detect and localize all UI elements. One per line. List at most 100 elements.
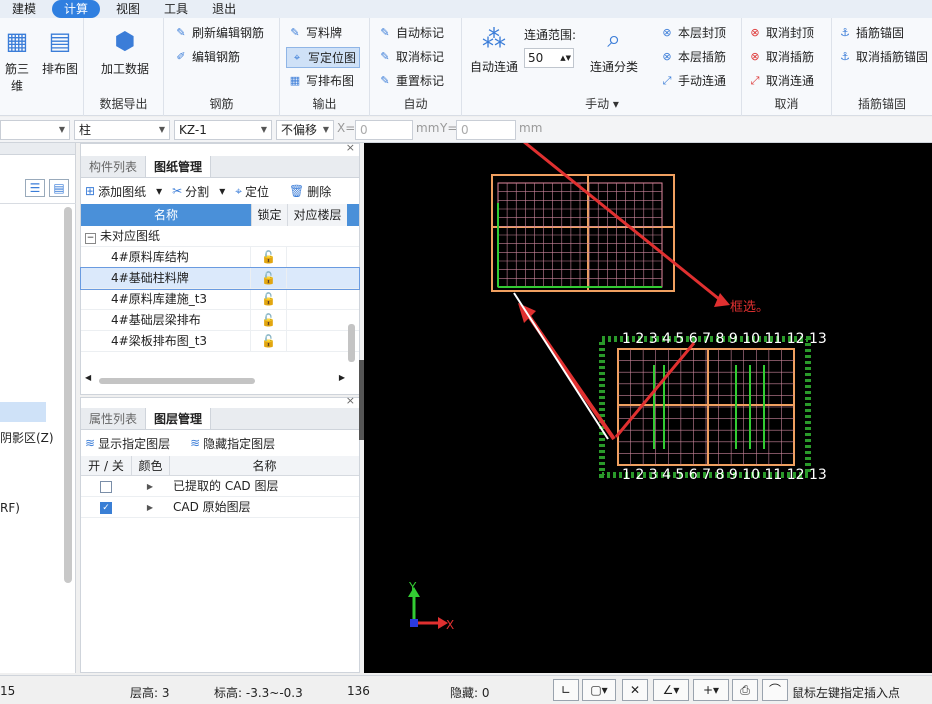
process-data-button[interactable]: ⬢ 加工数据 (94, 26, 156, 77)
rebar-3d-button[interactable]: ▦ 筋三维 (0, 26, 34, 94)
drawing-name: 4#梁板排布图_t3 (81, 331, 251, 351)
left-item-shadow-area[interactable]: 阴影区(Z) (0, 429, 54, 446)
left-item-rf[interactable]: RF) (0, 501, 20, 515)
thumbnail-drawing (491, 174, 675, 292)
lock-icon[interactable]: 🔓 (251, 331, 287, 351)
v-scroll-thumb[interactable] (348, 324, 355, 362)
drawing-row[interactable]: 4#原料库建施_t3 🔓 (81, 289, 359, 310)
h-scroll-thumb[interactable] (99, 378, 255, 384)
connect-classify-button[interactable]: ⌕ 连通分类 (586, 24, 642, 75)
status-hint: 鼠标左键指定插入点 (792, 686, 901, 700)
pane-header (0, 143, 75, 155)
show-layer-button[interactable]: ≋ 显示指定图层 (85, 435, 180, 452)
hide-layer-button[interactable]: ≋ 隐藏指定图层 (190, 435, 285, 452)
lock-icon[interactable]: 🔓 (251, 247, 287, 267)
layer-row[interactable]: ✓ ▶ CAD 原始图层 (81, 497, 359, 518)
menu-gongju[interactable]: 工具 (152, 0, 200, 18)
split-button[interactable]: ✂ 分割 ▾ (172, 183, 225, 200)
drawing-row[interactable]: 4#基础层梁排布 🔓 (81, 310, 359, 331)
range-input[interactable]: 50 ▲▼ (524, 48, 574, 68)
x-input[interactable]: 0 (355, 120, 413, 140)
lock-icon[interactable]: 🔓 (251, 289, 287, 309)
cancel-dowel-button[interactable]: ⊗ 取消插筋 (748, 48, 814, 65)
ortho-icon[interactable]: ∟ (553, 679, 579, 701)
drawing-row[interactable]: 4#基础柱料牌 🔓 (80, 267, 360, 290)
y-input[interactable]: 0 (456, 120, 516, 140)
elevation: 标高: -3.3~-0.3 (214, 686, 303, 700)
tree-group[interactable]: − 未对应图纸 (81, 226, 359, 247)
floor-cell (287, 247, 347, 267)
cancel-cap-button[interactable]: ⊗ 取消封顶 (748, 24, 814, 41)
selected-item[interactable] (0, 402, 46, 422)
group-rebar: ✎ 刷新编辑钢筋 ✐ 编辑钢筋 钢筋 (164, 18, 280, 116)
menu-shitu[interactable]: 视图 (104, 0, 152, 18)
menu-jianmo[interactable]: 建模 (0, 0, 48, 18)
offset-select[interactable]: 不偏移 ▼ (276, 120, 334, 140)
tab-property-list[interactable]: 属性列表 (81, 408, 145, 429)
write-layout-button[interactable]: ▦ 写排布图 (288, 72, 354, 89)
reset-mark-button[interactable]: ✎ 重置标记 (378, 72, 444, 89)
menu-jisuan[interactable]: 计算 (52, 0, 101, 18)
group-manual: ⁂ 自动连通 连通范围: 50 ▲▼ ⌕ 连通分类 ⊗ 本层封顶 ⊗ 本层插筋 ⤢ 手动连通… (462, 18, 742, 116)
layout-drawing-button[interactable]: ▤ 排布图 (40, 26, 80, 77)
manual-connect-button[interactable]: ⤢ 手动连通 (660, 72, 726, 89)
auto-connect-button[interactable]: ⁂ 自动连通 (466, 24, 522, 75)
snapshot-icon[interactable]: ⎙ (732, 679, 758, 701)
tab-drawing-manager[interactable]: 图纸管理 (145, 156, 212, 177)
blank-select[interactable]: ▼ (0, 120, 70, 140)
scroll-right-icon[interactable]: ▶ (339, 373, 345, 382)
delete-button[interactable]: 🗑 删除 (289, 183, 341, 200)
cancel-mark-button[interactable]: ✎ 取消标记 (378, 48, 444, 65)
add-drawing-button[interactable]: ⊞ 添加图纸 ▾ (85, 183, 162, 200)
lock-icon[interactable]: 🔓 (251, 310, 287, 330)
floor-cell (287, 268, 347, 288)
cad-canvas[interactable]: 1 2 3 4 5 6 7 8 9 10 11 12 13 1 2 3 4 5 … (364, 143, 932, 673)
collapse-icon[interactable]: − (85, 233, 96, 244)
lock-icon[interactable]: 🔓 (251, 268, 287, 288)
grid-icon: ▦ (5, 27, 29, 55)
angle-icon[interactable]: ∠▾ (653, 679, 689, 701)
refresh-edit-rebar-button[interactable]: ✎ 刷新编辑钢筋 (174, 24, 264, 41)
h-scrollbar[interactable]: ◀ ▶ (85, 373, 345, 386)
close-icon[interactable]: × (346, 394, 355, 407)
layer-row[interactable]: ▶ 已提取的 CAD 图层 (81, 476, 359, 497)
layer-manager-panel: × 属性列表 图层管理 ≋ 显示指定图层 ≋ 隐藏指定图层 开 / 关 颜色 名称 … (80, 394, 360, 673)
cross-icon[interactable]: ✕ (622, 679, 648, 701)
splitter-handle[interactable] (359, 360, 364, 440)
chevron-down-icon: ▼ (260, 125, 267, 134)
write-location-button[interactable]: ⌖ 写定位图 (286, 47, 361, 68)
floor-dowel-button[interactable]: ⊗ 本层插筋 (660, 48, 726, 65)
menu-tuichu[interactable]: 退出 (200, 0, 248, 18)
list-view-icon[interactable]: ☰ (25, 179, 45, 197)
search-classify-icon: ⌕ (607, 25, 621, 53)
expand-icon[interactable]: ▶ (131, 476, 169, 496)
cancel-connect-button[interactable]: ⤢ 取消连通 (748, 72, 814, 89)
name-select[interactable]: KZ-1 ▼ (174, 120, 272, 140)
group-label: 数据导出 (99, 97, 148, 111)
close-icon[interactable]: × (346, 141, 355, 154)
tab-component-list[interactable]: 构件列表 (81, 156, 145, 177)
spinner-icon[interactable]: ▲▼ (560, 49, 571, 67)
arc-icon[interactable]: ⌒ (762, 679, 788, 701)
dimension-icon[interactable]: +▾ (693, 679, 729, 701)
dropdown-icon[interactable]: ▾ (613, 97, 619, 111)
expand-icon[interactable]: ▶ (131, 497, 169, 517)
auto-mark-button[interactable]: ✎ 自动标记 (378, 24, 444, 41)
detail-view-icon[interactable]: ▤ (49, 179, 69, 197)
write-tag-button[interactable]: ✎ 写料牌 (288, 24, 342, 41)
col-name: 名称 (153, 208, 178, 222)
rect-select-icon[interactable]: ▢▾ (582, 679, 616, 701)
edit-rebar-button[interactable]: ✐ 编辑钢筋 (174, 48, 240, 65)
floor-cap-button[interactable]: ⊗ 本层封顶 (660, 24, 726, 41)
layer-toggle-checkbox[interactable]: ✓ (100, 501, 112, 514)
tab-layer-manager[interactable]: 图层管理 (145, 408, 212, 429)
scrollbar[interactable] (64, 207, 72, 583)
locate-button[interactable]: ⌖ 定位 (235, 183, 279, 200)
scroll-left-icon[interactable]: ◀ (85, 373, 91, 382)
type-select[interactable]: 柱 ▼ (74, 120, 170, 140)
drawing-row[interactable]: 4#原料库结构 🔓 (81, 247, 359, 268)
drawing-row[interactable]: 4#梁板排布图_t3 🔓 (81, 331, 359, 352)
dowel-anchor-button[interactable]: ⚓ 插筋锚固 (838, 24, 904, 41)
layer-toggle-checkbox[interactable] (100, 480, 112, 493)
cancel-dowel-anchor-button[interactable]: ⚓ 取消插筋锚固 (838, 48, 928, 65)
